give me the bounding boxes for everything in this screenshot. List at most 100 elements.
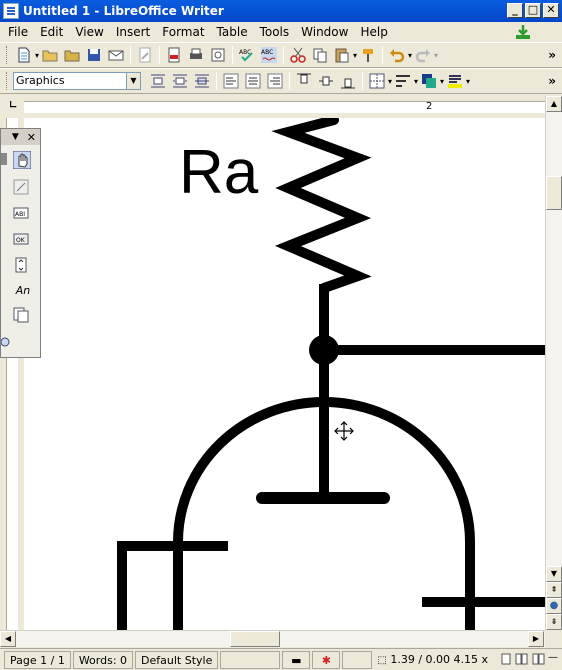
- open-remote-icon[interactable]: [64, 47, 80, 63]
- page-indicator[interactable]: Page 1 / 1: [4, 650, 71, 669]
- standard-toolbar-overflow[interactable]: »: [548, 48, 556, 62]
- frame-toolbar: Graphics ▼ ▾ ▾ ▾ ▾ »: [0, 68, 562, 94]
- circuit-drawing[interactable]: Ra: [24, 118, 545, 630]
- previous-page-icon[interactable]: ⇞: [546, 582, 562, 598]
- spin-button-icon[interactable]: [13, 257, 29, 273]
- language-cell[interactable]: [220, 650, 281, 669]
- borders-icon[interactable]: [369, 73, 385, 89]
- spellcheck-icon[interactable]: ABC: [239, 47, 255, 63]
- scroll-down-button[interactable]: ▼: [546, 566, 562, 582]
- navigator-icon[interactable]: ●: [546, 598, 562, 614]
- tab-stop-selector[interactable]: ∟: [9, 100, 17, 111]
- undo-icon[interactable]: [389, 47, 405, 63]
- apply-style-combo[interactable]: Graphics ▼: [13, 72, 141, 90]
- scroll-right-button[interactable]: ▶: [528, 631, 544, 647]
- new-dropdown-icon[interactable]: ▾: [35, 51, 39, 60]
- align-top-icon[interactable]: [296, 73, 312, 89]
- menu-help[interactable]: Help: [354, 25, 393, 39]
- background-color-dropdown-icon[interactable]: ▾: [466, 77, 470, 86]
- scroll-up-button[interactable]: ▲: [546, 96, 562, 112]
- ruler-track[interactable]: 2: [24, 101, 545, 113]
- resistor-zigzag: [271, 118, 372, 293]
- clone-formatting-icon[interactable]: [360, 47, 376, 63]
- group-box-icon[interactable]: [13, 307, 29, 323]
- wrap-page-icon[interactable]: [172, 73, 188, 89]
- background-color-icon[interactable]: [447, 73, 463, 89]
- menu-file[interactable]: File: [2, 25, 34, 39]
- horizontal-scroll-thumb[interactable]: [230, 631, 280, 647]
- object-size: 4.15 x: [453, 652, 489, 666]
- align-center-icon[interactable]: [245, 73, 261, 89]
- align-vcenter-icon[interactable]: [318, 73, 334, 89]
- page-style[interactable]: Default Style: [135, 650, 219, 669]
- save-icon[interactable]: [86, 47, 102, 63]
- document-modified-icon[interactable]: ✱: [312, 650, 341, 669]
- text-box-icon[interactable]: An: [13, 283, 33, 299]
- multi-page-view-icon[interactable]: [515, 653, 529, 665]
- align-bottom-icon[interactable]: [340, 73, 356, 89]
- print-icon[interactable]: [188, 47, 204, 63]
- update-available-icon[interactable]: [514, 24, 532, 40]
- toolbar-separator: [216, 72, 217, 90]
- border-color-dropdown-icon[interactable]: ▾: [440, 77, 444, 86]
- menu-tools[interactable]: Tools: [254, 25, 296, 39]
- book-view-icon[interactable]: [532, 653, 546, 665]
- digital-signature-cell[interactable]: [342, 650, 373, 669]
- toolbar-grip[interactable]: [6, 46, 9, 64]
- menu-window[interactable]: Window: [295, 25, 354, 39]
- copy-icon[interactable]: [312, 47, 328, 63]
- label-field-icon[interactable]: ABI: [13, 205, 29, 221]
- close-button[interactable]: ✕: [543, 3, 559, 18]
- zoom-out-icon[interactable]: —: [548, 652, 558, 663]
- push-button-icon[interactable]: OK: [13, 231, 29, 247]
- scroll-left-button[interactable]: ◀: [0, 631, 16, 647]
- new-document-icon[interactable]: [16, 47, 32, 63]
- menu-view[interactable]: View: [69, 25, 109, 39]
- next-page-icon[interactable]: ⇟: [546, 614, 562, 630]
- maximize-button[interactable]: □: [525, 3, 541, 18]
- export-pdf-icon[interactable]: [166, 47, 182, 63]
- print-preview-icon[interactable]: [210, 47, 226, 63]
- border-color-icon[interactable]: [421, 73, 437, 89]
- menu-edit[interactable]: Edit: [34, 25, 69, 39]
- borders-dropdown-icon[interactable]: ▾: [388, 77, 392, 86]
- edit-file-icon[interactable]: [137, 47, 153, 63]
- align-left-icon[interactable]: [223, 73, 239, 89]
- frame-toolbar-overflow[interactable]: »: [548, 74, 556, 88]
- control-properties-icon[interactable]: [13, 179, 29, 195]
- form-toolbar-header[interactable]: ▼ ✕: [1, 129, 40, 145]
- menu-format[interactable]: Format: [156, 25, 210, 39]
- paste-dropdown-icon[interactable]: ▾: [353, 51, 357, 60]
- document-canvas[interactable]: Ra: [24, 118, 545, 630]
- vertical-scrollbar[interactable]: ▲ ▼ ⇞ ● ⇟: [545, 96, 562, 630]
- menu-bar: File Edit View Insert Format Table Tools…: [0, 22, 562, 42]
- open-folder-icon[interactable]: [42, 47, 58, 63]
- toolbar-menu-icon[interactable]: ▼: [12, 132, 19, 142]
- toolbar-grip[interactable]: [6, 72, 9, 90]
- redo-dropdown-icon: ▾: [434, 50, 439, 60]
- horizontal-scrollbar[interactable]: ◀ ▶: [0, 630, 545, 647]
- more-controls-icon[interactable]: [1, 334, 13, 350]
- menu-table[interactable]: Table: [211, 25, 254, 39]
- cut-icon[interactable]: [290, 47, 306, 63]
- align-right-icon[interactable]: [267, 73, 283, 89]
- chevron-down-icon[interactable]: ▼: [126, 73, 140, 89]
- border-style-icon[interactable]: [395, 73, 411, 89]
- email-icon[interactable]: [108, 47, 124, 63]
- paste-icon[interactable]: [334, 47, 350, 63]
- border-style-dropdown-icon[interactable]: ▾: [414, 77, 418, 86]
- vertical-scroll-thumb[interactable]: [546, 176, 562, 210]
- form-toolbar-close[interactable]: ✕: [27, 131, 36, 144]
- select-icon[interactable]: [1, 153, 7, 165]
- selection-mode-icon[interactable]: ▬: [282, 650, 311, 669]
- single-page-view-icon[interactable]: [500, 653, 512, 665]
- word-count[interactable]: Words: 0: [72, 650, 134, 669]
- wrap-off-icon[interactable]: [150, 73, 166, 89]
- object-position: 1.39 / 0.00: [390, 652, 451, 666]
- minimize-button[interactable]: _: [507, 3, 523, 18]
- autospellcheck-icon[interactable]: ABC: [261, 47, 278, 63]
- undo-dropdown-icon[interactable]: ▾: [408, 51, 412, 60]
- wrap-through-icon[interactable]: [194, 73, 210, 89]
- menu-insert[interactable]: Insert: [110, 25, 156, 39]
- design-mode-icon[interactable]: [13, 151, 31, 169]
